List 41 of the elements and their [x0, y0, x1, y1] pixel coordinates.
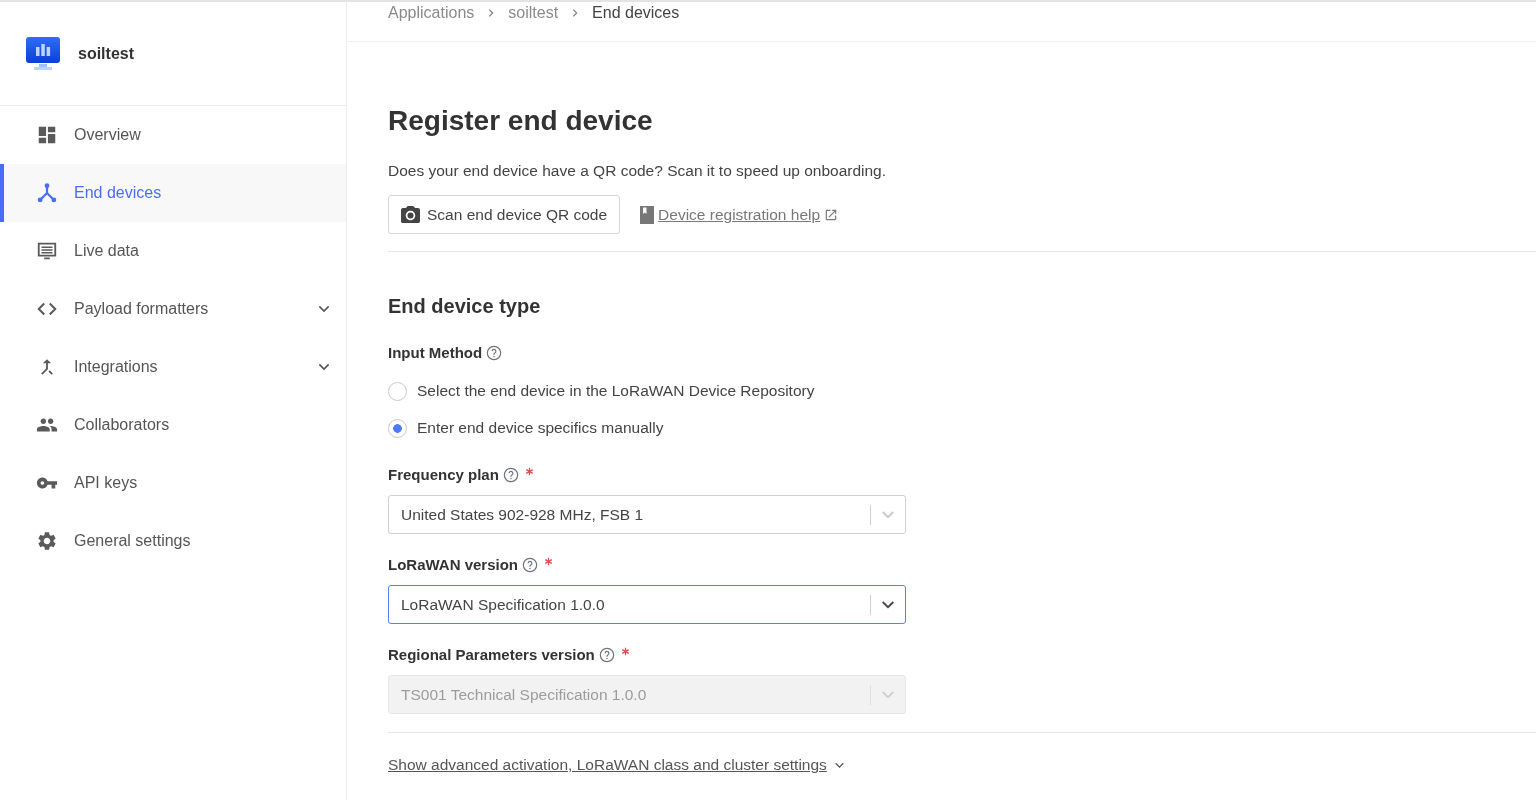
dashboard-icon [36, 124, 58, 146]
advanced-settings-link[interactable]: Show advanced activation, LoRaWAN class and cluster settings [388, 754, 846, 776]
book-icon [640, 205, 655, 224]
section-heading: End device type [388, 294, 542, 319]
camera-icon [401, 205, 420, 224]
monitor-icon [26, 37, 60, 70]
field-label: LoRaWAN version [388, 555, 519, 575]
qr-prompt-text: Does your end device have a QR code? Scan it to speed up onboarding. [388, 161, 888, 181]
gear-icon [36, 530, 58, 552]
radio-button[interactable] [388, 381, 407, 401]
radio-label: Enter end device specifics manually [417, 418, 664, 439]
breadcrumb-link[interactable]: soiltest [508, 2, 559, 24]
sidebar-item[interactable]: Overview [0, 106, 346, 164]
sidebar-item[interactable]: Collaborators [0, 396, 346, 454]
help-icon [486, 345, 503, 361]
sidebar-item[interactable]: Integrations [0, 338, 346, 396]
app-name: soiltest [78, 43, 134, 64]
external-link-icon [824, 207, 839, 222]
breadcrumb-link[interactable]: Applications [388, 2, 475, 24]
help-icon [522, 557, 539, 573]
breadcrumb-current: End devices [592, 3, 680, 23]
field-label: Frequency plan [388, 465, 499, 485]
monitor-list-icon [36, 240, 58, 262]
field-label: Input Method [388, 343, 483, 363]
sidebar-item[interactable]: API keys [0, 454, 346, 512]
page-title: Register end device [388, 104, 654, 138]
help-icon [502, 467, 519, 483]
help-link[interactable]: Device registration help [640, 202, 839, 227]
dropdown-field[interactable]: LoRaWAN Specification 1.0.0 [388, 585, 906, 624]
field-label: Regional Parameters version [388, 645, 595, 665]
help-icon [598, 647, 615, 663]
nodes-icon [36, 182, 58, 204]
radio-label: Select the end device in the LoRaWAN Device Repository [417, 381, 815, 402]
sidebar-item[interactable]: Payload formatters [0, 280, 346, 338]
sidebar-item[interactable]: General settings [0, 512, 346, 570]
dropdown-field[interactable]: United States 902-928 MHz, FSB 1 [388, 495, 906, 534]
sidebar-item[interactable]: Live data [0, 222, 346, 280]
radio-button[interactable] [388, 418, 407, 438]
dropdown-field: TS001 Technical Specification 1.0.0 [388, 675, 906, 714]
sidebar-item[interactable]: End devices [0, 164, 346, 222]
scan-qr-button[interactable]: Scan end device QR code [388, 195, 621, 234]
